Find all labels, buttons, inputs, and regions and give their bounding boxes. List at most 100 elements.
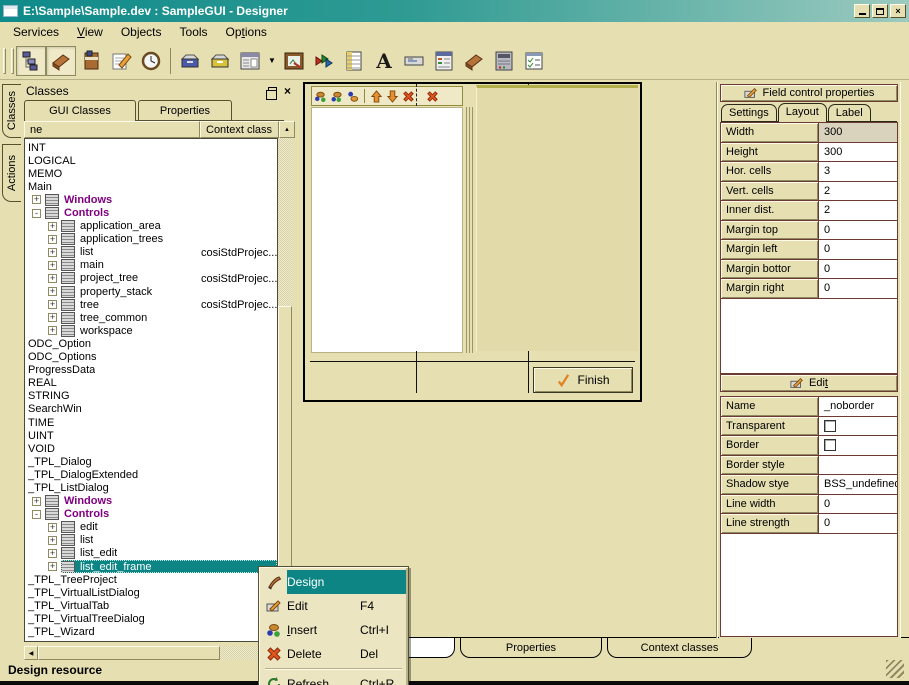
- tab-properties[interactable]: Properties: [138, 100, 232, 120]
- tree-row[interactable]: MEMO: [25, 167, 277, 180]
- clock-button[interactable]: [136, 46, 166, 76]
- property-value[interactable]: 0: [819, 221, 897, 241]
- property-value[interactable]: 0: [819, 240, 897, 260]
- field-control-properties-header[interactable]: Field control properties: [720, 84, 898, 102]
- window-list-button[interactable]: [429, 46, 459, 76]
- tab-gui-classes[interactable]: GUI Classes: [24, 100, 136, 121]
- tree-row[interactable]: + list cosiStdProjec...: [25, 246, 277, 259]
- expander-icon[interactable]: +: [48, 549, 57, 558]
- drawer-open-button[interactable]: [205, 46, 235, 76]
- eraser-button[interactable]: [46, 46, 76, 76]
- toolbar-grip[interactable]: [11, 48, 14, 74]
- move-down-icon[interactable]: [386, 90, 399, 103]
- tree-row[interactable]: + list_edit: [25, 547, 277, 560]
- tree-row[interactable]: + application_area: [25, 220, 277, 233]
- property-value[interactable]: [819, 436, 897, 456]
- bottom-tab-properties[interactable]: Properties: [460, 638, 602, 658]
- tree-row[interactable]: INT: [25, 141, 277, 154]
- tree-row[interactable]: UINT: [25, 429, 277, 442]
- property-value[interactable]: 0: [819, 514, 897, 534]
- tree-row[interactable]: STRING: [25, 390, 277, 403]
- tree-row[interactable]: VOID: [25, 442, 277, 455]
- property-value[interactable]: 0: [819, 279, 897, 299]
- expander-icon[interactable]: +: [48, 235, 57, 244]
- expander-icon[interactable]: +: [48, 313, 57, 322]
- panel-divider[interactable]: [716, 82, 718, 638]
- expander-icon[interactable]: +: [48, 562, 57, 571]
- wizard-preview-pane[interactable]: [476, 85, 638, 351]
- insert-item-icon[interactable]: [314, 90, 327, 103]
- context-menu-item[interactable]: Insert Ctrl+I: [261, 618, 406, 642]
- expander-icon[interactable]: +: [48, 287, 57, 296]
- tree-row[interactable]: Main: [25, 180, 277, 193]
- expander-icon[interactable]: +: [48, 222, 57, 231]
- edit-button[interactable]: Edit: [720, 374, 898, 392]
- minimize-button[interactable]: [854, 4, 870, 18]
- finish-button[interactable]: Finish: [533, 367, 633, 393]
- property-value[interactable]: 300: [819, 123, 897, 143]
- tree-row[interactable]: + workspace: [25, 324, 277, 337]
- color-arrows-button[interactable]: [309, 46, 339, 76]
- tree-row[interactable]: + property_stack: [25, 285, 277, 298]
- insert-subitem-icon[interactable]: [330, 90, 343, 103]
- toolbar-grip[interactable]: [3, 48, 6, 74]
- small-button-button[interactable]: [399, 46, 429, 76]
- property-value[interactable]: 0: [819, 495, 897, 515]
- property-value[interactable]: 2: [819, 201, 897, 221]
- tree-row[interactable]: REAL: [25, 377, 277, 390]
- context-menu-item[interactable]: Delete Del: [261, 642, 406, 666]
- tree-row[interactable]: + Windows: [25, 495, 277, 508]
- drawer-closed-button[interactable]: [175, 46, 205, 76]
- tree-row[interactable]: _TPL_Dialog: [25, 455, 277, 468]
- float-panel-icon[interactable]: [268, 87, 277, 95]
- context-menu-item[interactable]: Refresh Ctrl+R: [261, 672, 406, 685]
- property-value[interactable]: [819, 456, 897, 476]
- column-header-name[interactable]: ne: [24, 121, 200, 138]
- tree-row[interactable]: _TPL_Wizard: [25, 625, 277, 638]
- expander-icon[interactable]: +: [48, 248, 57, 257]
- expander-icon[interactable]: +: [48, 326, 57, 335]
- tree-row[interactable]: _TPL_VirtualTreeDialog: [25, 612, 277, 625]
- menu-item[interactable]: Services: [4, 23, 68, 41]
- menu-item[interactable]: Options: [217, 23, 276, 41]
- class-hierarchy-button[interactable]: [16, 46, 46, 76]
- context-menu-item[interactable]: Design: [261, 570, 406, 594]
- expander-icon[interactable]: -: [32, 510, 41, 519]
- property-tab[interactable]: Layout: [778, 103, 827, 122]
- expander-icon[interactable]: +: [48, 536, 57, 545]
- picture-button[interactable]: [279, 46, 309, 76]
- tree-row[interactable]: ODC_Option: [25, 337, 277, 350]
- delete-icon[interactable]: [402, 90, 415, 103]
- property-value[interactable]: 2: [819, 182, 897, 202]
- tree-row[interactable]: SearchWin: [25, 403, 277, 416]
- tree-row[interactable]: + main: [25, 259, 277, 272]
- tree-row[interactable]: _TPL_DialogExtended: [25, 468, 277, 481]
- form-dropdown-arrow[interactable]: ▼: [265, 46, 279, 76]
- edit-note-button[interactable]: [106, 46, 136, 76]
- menu-item[interactable]: Tools: [171, 23, 217, 41]
- context-menu-item[interactable]: Edit F4: [261, 594, 406, 618]
- book-button[interactable]: [76, 46, 106, 76]
- expander-icon[interactable]: +: [48, 523, 57, 532]
- form-window-button[interactable]: [235, 46, 265, 76]
- tree-row[interactable]: TIME: [25, 416, 277, 429]
- property-value[interactable]: _noborder: [819, 397, 897, 417]
- expander-icon[interactable]: +: [48, 261, 57, 270]
- bottom-tab-context-classes[interactable]: Context classes: [607, 638, 752, 658]
- property-value[interactable]: 0: [819, 260, 897, 280]
- machine-button[interactable]: [489, 46, 519, 76]
- tree-row[interactable]: LOGICAL: [25, 154, 277, 167]
- property-value[interactable]: 300: [819, 143, 897, 163]
- property-value[interactable]: [819, 417, 897, 437]
- tree-row[interactable]: + application_trees: [25, 233, 277, 246]
- tree-row[interactable]: - Controls: [25, 206, 277, 219]
- dock-tab-actions[interactable]: Actions: [2, 144, 21, 202]
- font-button[interactable]: A: [369, 46, 399, 76]
- tree-row[interactable]: + tree cosiStdProjec...: [25, 298, 277, 311]
- menu-item[interactable]: Objects: [112, 23, 171, 41]
- insert-node-icon[interactable]: [346, 90, 359, 103]
- menu-item[interactable]: View: [68, 23, 112, 41]
- tree-row[interactable]: + list_edit_frame: [25, 560, 277, 573]
- tree-row[interactable]: _TPL_TreeProject: [25, 573, 277, 586]
- move-up-icon[interactable]: [370, 90, 383, 103]
